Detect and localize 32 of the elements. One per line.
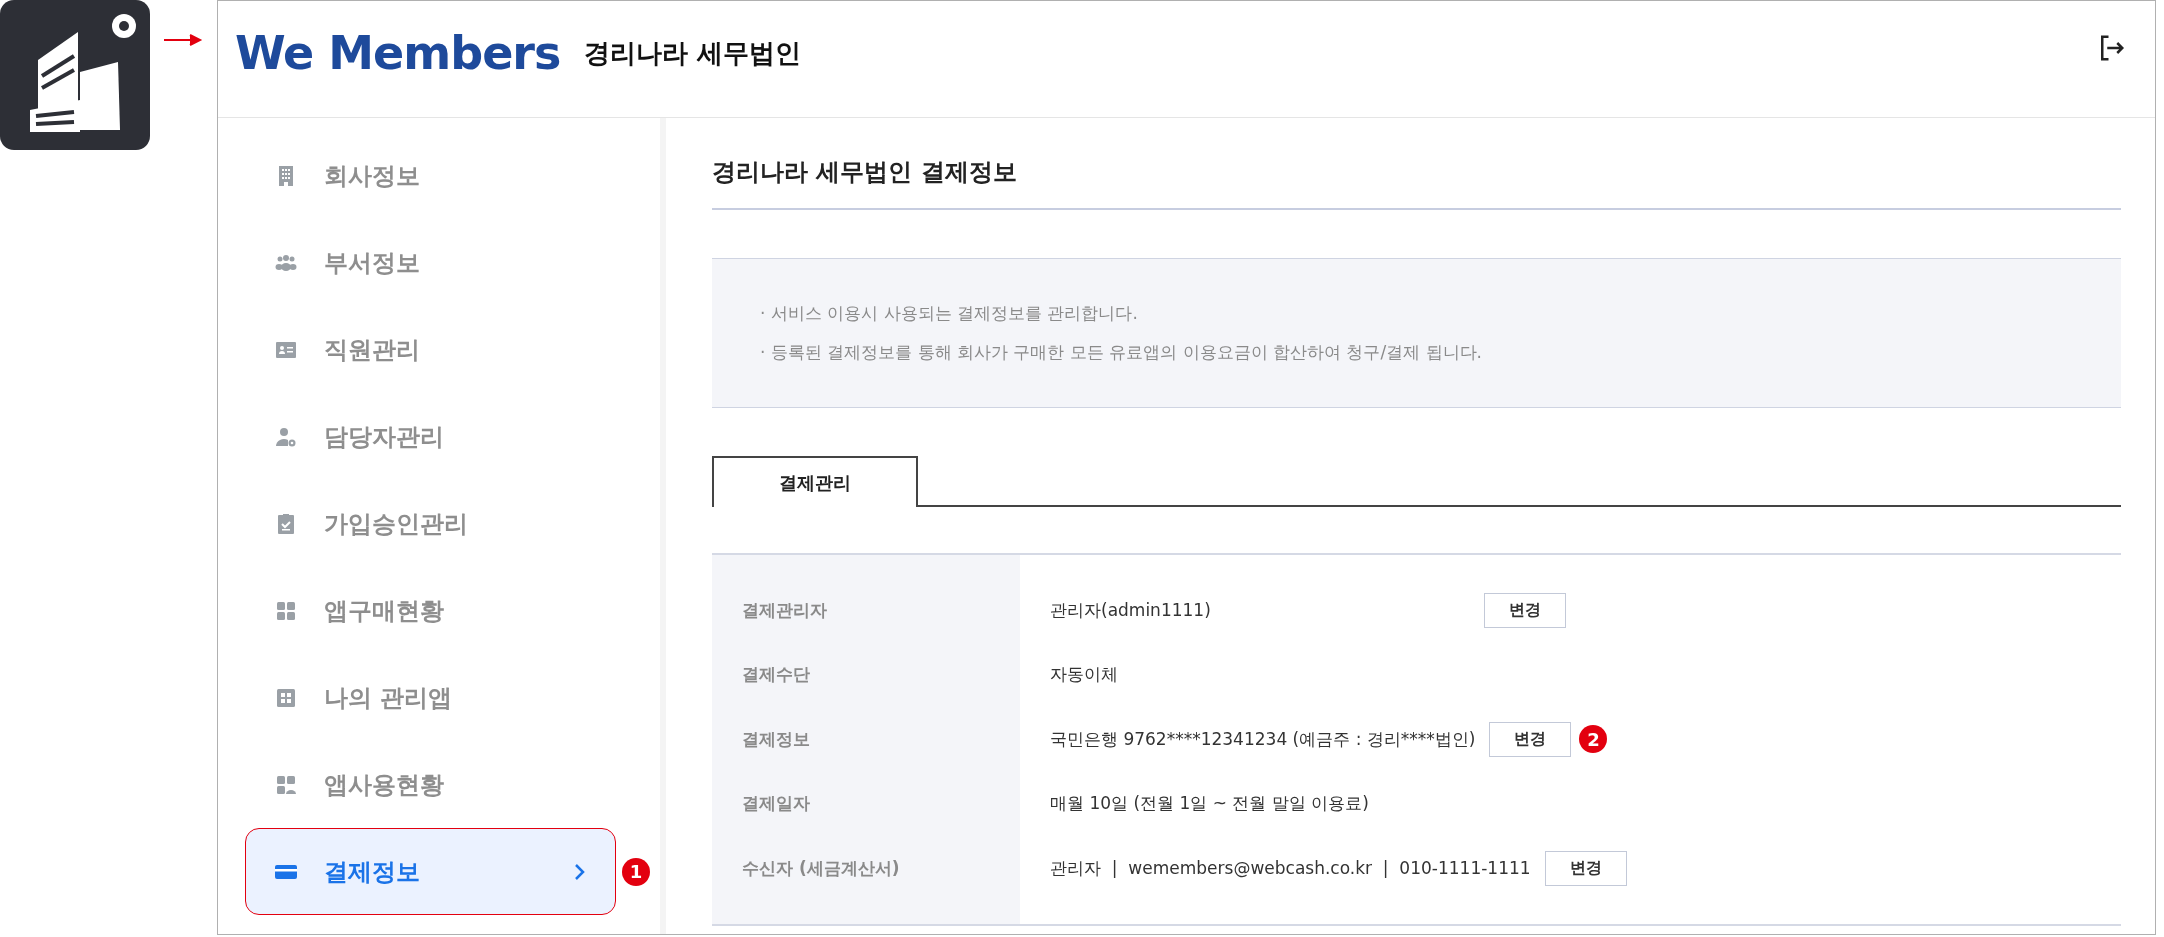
row-value: 매월 10일 (전월 1일 ~ 전월 말일 이용료) xyxy=(1049,792,1370,815)
brand-logo: We Members xyxy=(235,25,561,82)
sidebar-item[interactable]: 앱사용현황 xyxy=(245,741,650,828)
step-marker: 1 xyxy=(622,857,650,886)
sidebar-item[interactable]: 결제정보 xyxy=(245,828,616,915)
sidebar-item[interactable]: 가입승인관리 xyxy=(245,480,650,567)
chevron-right-icon xyxy=(573,861,587,882)
company-name: 경리나라 세무법인 xyxy=(584,37,802,70)
sidebar-item[interactable]: 나의 관리앱 xyxy=(245,654,650,741)
notice-text: · 등록된 결제정보를 통해 회사가 구매한 모든 유료앱의 이용요금이 합산하여 청구/결제 됩니다. xyxy=(760,341,1483,364)
row-label: 수신자 (세금계산서) xyxy=(741,856,901,880)
sidebar-item[interactable]: 담당자관리 xyxy=(245,393,650,480)
row-label: 결제수단 xyxy=(741,663,811,686)
row-label: 결제일자 xyxy=(741,792,811,815)
sidebar-item[interactable]: 앱구매현황 xyxy=(245,567,650,654)
row-label: 결제정보 xyxy=(741,727,811,751)
row-value: 관리자 | wemembers@webcash.co.kr | 010-1111-1111 xyxy=(1049,856,1531,880)
change-button[interactable]: 변경 xyxy=(1544,850,1627,886)
page-title: 경리나라 세무법인 결제정보 xyxy=(712,118,2121,210)
step-marker: 2 xyxy=(1579,725,1608,754)
change-button[interactable]: 변경 xyxy=(1489,721,1572,757)
sidebar-item[interactable]: 직원관리 xyxy=(245,306,650,393)
row-label: 결제관리자 xyxy=(741,598,828,622)
row-value: 국민은행 9762****12341234 (예금주 : 경리****법인) xyxy=(1049,727,1476,751)
tab[interactable]: 결제관리 xyxy=(712,456,918,507)
pointer-arrow-icon xyxy=(164,34,204,46)
row-value: 자동이체 xyxy=(1049,663,1119,686)
sidebar-item[interactable]: 부서정보 xyxy=(245,219,650,306)
change-button[interactable]: 변경 xyxy=(1484,592,1566,628)
notice-text: · 서비스 이용시 사용되는 결제정보를 관리합니다. xyxy=(760,301,1139,325)
row-value: 관리자(admin1111) xyxy=(1049,598,1212,622)
sidebar-item[interactable]: 회사정보 xyxy=(245,132,650,219)
